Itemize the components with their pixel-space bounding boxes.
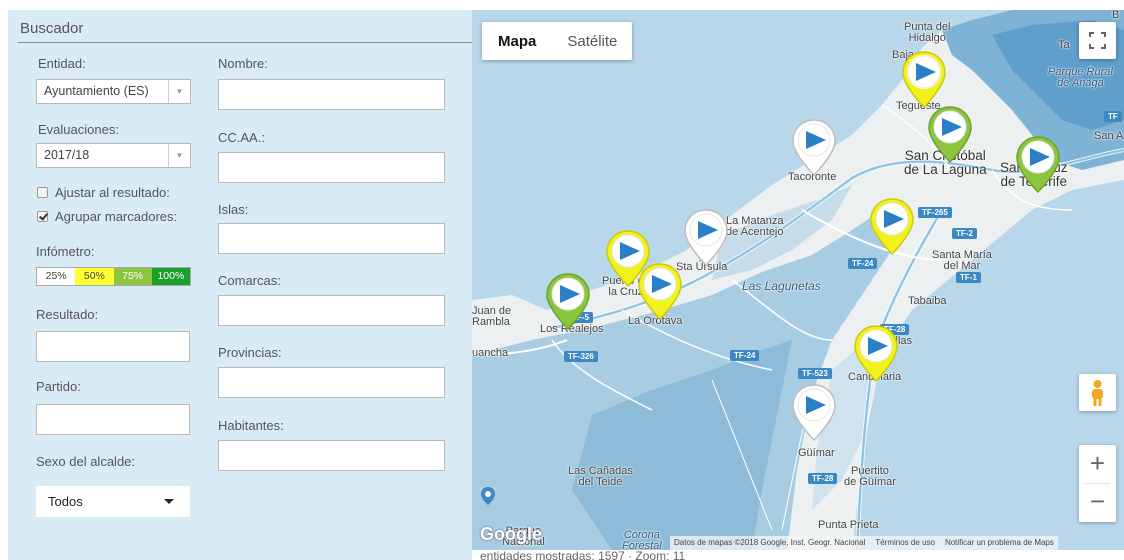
map-label-las-lagunetas: Las Lagunetas	[742, 279, 821, 293]
road-shield: TF-24	[730, 350, 760, 361]
provinces-label: Provincias:	[218, 345, 282, 360]
mayor-gender-label: Sexo del alcalde:	[36, 454, 136, 469]
evaluations-label: Evaluaciones:	[38, 122, 119, 137]
road-shield: TF-1	[956, 272, 981, 283]
map-label-ta: Ta	[1058, 39, 1070, 51]
report-problem-link[interactable]: Notificar un problema de Maps	[945, 538, 1054, 550]
evaluations-select[interactable]: 2017/18 ▼	[36, 143, 191, 168]
google-logo[interactable]: Google	[480, 524, 542, 545]
road-shield: TF-2	[952, 228, 977, 239]
street-view-button[interactable]	[1079, 374, 1116, 411]
adjust-checkbox-label: Ajustar al resultado:	[55, 185, 170, 200]
road-shield: TF	[1104, 111, 1122, 122]
inhabitants-label: Habitantes:	[218, 418, 284, 433]
ccaa-input[interactable]	[218, 152, 445, 183]
road-shield: TF-28	[808, 473, 838, 484]
terms-link[interactable]: Términos de uso	[875, 538, 935, 550]
zoom-control: + −	[1079, 445, 1116, 522]
entity-select[interactable]: Ayuntamiento (ES) ▼	[36, 79, 191, 104]
map-label-tabaiba: Tabaiba	[908, 295, 947, 307]
marker-la-orotava[interactable]	[636, 262, 684, 322]
marker-el-rosario[interactable]	[868, 197, 916, 257]
zoom-divider	[1085, 483, 1110, 484]
marker-candelaria[interactable]	[852, 324, 900, 384]
road-shield: TF-24	[848, 258, 878, 269]
mayor-gender-value: Todos	[48, 494, 83, 509]
infometer-segment-75: 75%	[113, 268, 152, 285]
map-label-guimar: Güímar	[798, 447, 835, 459]
infometer-legend: 25% 50% 75% 100%	[36, 267, 191, 286]
marker-la-laguna[interactable]	[926, 105, 974, 165]
map-label-matanza: La Matanza de Acentejo	[726, 215, 784, 238]
inhabitants-input[interactable]	[218, 440, 445, 471]
islands-label: Islas:	[218, 202, 249, 217]
road-shield: TF-265	[918, 207, 952, 218]
map-label-corona-forestal: Corona Forestal	[622, 529, 662, 551]
map-status-text: entidades mostradas: 1597 · Zoom: 11	[480, 549, 686, 560]
party-input[interactable]	[36, 404, 190, 435]
caret-down-icon	[164, 499, 174, 504]
map-label-punta-prieta: Punta Prieta	[818, 519, 879, 531]
map-type-control: Mapa Satélite	[482, 22, 633, 60]
map-attribution: Datos de mapas ©2018 Google, Inst. Geogr…	[670, 536, 1058, 550]
entity-label: Entidad:	[38, 56, 86, 71]
name-input[interactable]	[218, 79, 445, 110]
map-label-juan-rambla: Juan de Rambla	[472, 305, 512, 328]
infometer-segment-100: 100%	[151, 268, 190, 285]
zoom-out-button[interactable]: −	[1079, 483, 1116, 521]
map-data-attribution: Datos de mapas ©2018 Google, Inst. Geogr…	[674, 538, 866, 547]
map-label-guancha: uancha	[472, 347, 509, 359]
location-pin-icon	[481, 487, 495, 505]
map-label-parque-anaga: Parque Rural de Anaga	[1048, 66, 1113, 89]
zoom-in-button[interactable]: +	[1079, 445, 1116, 483]
map-label-b: B	[1112, 10, 1120, 21]
road-shield: TF-523	[798, 368, 832, 379]
map-label-punta-hidalgo: Punta del Hidalgo	[904, 21, 951, 44]
comarcas-label: Comarcas:	[218, 273, 281, 288]
adjust-checkbox[interactable]: Ajustar al resultado:	[37, 185, 170, 200]
map-label-canadas-teide: Las Cañadas del Teide	[568, 465, 633, 488]
map-view[interactable]: Punta del Hidalgo Baja Ta B Parque Rural d…	[472, 10, 1124, 550]
chevron-down-icon: ▼	[168, 80, 190, 103]
evaluations-select-value: 2017/18	[44, 148, 90, 162]
group-checkbox-box[interactable]	[37, 211, 48, 222]
marker-tacoronte[interactable]	[790, 118, 838, 178]
group-checkbox-label: Agrupar marcadores:	[55, 209, 178, 224]
map-label-puertito-guimar: Puertito de Güímar	[844, 465, 896, 488]
mayor-gender-select[interactable]: Todos	[36, 486, 190, 517]
infometer-segment-25: 25%	[37, 268, 76, 285]
chevron-down-icon: ▼	[168, 144, 190, 167]
party-label: Partido:	[36, 379, 81, 394]
map-type-map-button[interactable]: Mapa	[482, 22, 551, 60]
name-label: Nombre:	[218, 56, 268, 71]
map-type-satellite-button[interactable]: Satélite	[551, 22, 632, 60]
infometer-segment-50: 50%	[75, 268, 114, 285]
search-panel: Buscador Entidad: Ayuntamiento (ES) ▼ Ev…	[8, 10, 472, 560]
map-label-san-andres: San A	[1094, 130, 1124, 142]
fullscreen-button[interactable]	[1079, 22, 1116, 59]
marker-guimar[interactable]	[790, 383, 838, 443]
map-label-santa-maria-mar: Santa María del Mar	[932, 249, 992, 272]
provinces-input[interactable]	[218, 367, 445, 398]
group-checkbox[interactable]: Agrupar marcadores:	[37, 209, 177, 224]
marker-los-realejos[interactable]	[544, 272, 592, 332]
fullscreen-icon	[1089, 32, 1106, 49]
adjust-checkbox-box[interactable]	[37, 187, 48, 198]
ccaa-label: CC.AA.:	[218, 130, 265, 145]
pegman-icon	[1092, 380, 1103, 406]
marker-la-matanza[interactable]	[682, 208, 730, 268]
islands-input[interactable]	[218, 223, 445, 254]
comarcas-input[interactable]	[218, 295, 445, 326]
search-panel-title: Buscador	[20, 20, 84, 37]
entity-select-value: Ayuntamiento (ES)	[44, 84, 149, 98]
title-divider	[18, 42, 472, 43]
road-shield: TF-326	[564, 351, 598, 362]
result-label: Resultado:	[36, 307, 99, 322]
infometer-label: Infómetro:	[36, 244, 95, 259]
marker-santa-cruz[interactable]	[1014, 135, 1062, 195]
result-input[interactable]	[36, 331, 190, 362]
marker-tegueste[interactable]	[900, 50, 948, 110]
